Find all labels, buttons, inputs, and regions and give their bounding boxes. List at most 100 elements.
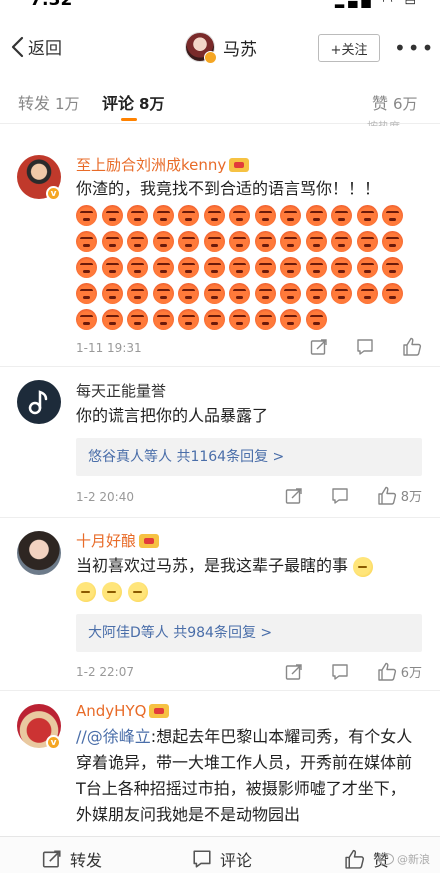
comment-label: 评论 bbox=[220, 851, 253, 870]
share-button[interactable] bbox=[285, 487, 303, 505]
comment-author[interactable]: AndyHYQ bbox=[76, 702, 170, 720]
angry-face-icon bbox=[178, 231, 199, 252]
thinking-face-icon bbox=[128, 582, 148, 602]
more-icon[interactable]: ••• bbox=[394, 36, 435, 60]
angry-face-icon bbox=[203, 205, 225, 226]
angry-face-icon bbox=[280, 257, 301, 278]
sort-hint[interactable]: 按热度 bbox=[367, 118, 400, 126]
page-title: 马苏 bbox=[223, 39, 257, 60]
angry-face-icon bbox=[305, 309, 327, 330]
weibo-logo-icon bbox=[378, 853, 394, 865]
angry-face-icon bbox=[178, 309, 199, 330]
share-icon bbox=[310, 338, 327, 355]
verified-badge-icon bbox=[204, 51, 217, 64]
angry-face-icon bbox=[76, 283, 97, 304]
avatar[interactable] bbox=[17, 531, 61, 575]
comment-text: 你的谎言把你的人品暴露了 bbox=[76, 406, 269, 425]
repost-button[interactable]: 转发 bbox=[42, 847, 102, 871]
music-note-icon bbox=[28, 390, 48, 415]
tab-indicator bbox=[121, 118, 137, 121]
nav-user[interactable]: 马苏 bbox=[185, 32, 257, 64]
author-name: 每天正能量誉 bbox=[76, 382, 167, 400]
like-button[interactable] bbox=[402, 337, 422, 356]
thinking-face-icon bbox=[76, 582, 96, 602]
like-button[interactable]: 6万 bbox=[377, 662, 422, 681]
comment-actions bbox=[282, 337, 422, 356]
angry-face-icon bbox=[382, 283, 403, 304]
vip-crown-icon bbox=[229, 157, 250, 172]
angry-face-icon bbox=[254, 309, 276, 330]
comment-time: 1-11 19:31 bbox=[76, 341, 142, 355]
angry-face-icon bbox=[280, 283, 301, 304]
status-time: 7:32 bbox=[30, 0, 73, 10]
angry-face-icon bbox=[101, 231, 123, 252]
comment-time: 1-2 22:07 bbox=[76, 665, 134, 679]
tab-comment-count: 8万 bbox=[139, 95, 165, 113]
comment-author[interactable]: 每天正能量誉 bbox=[76, 380, 166, 401]
comment-button[interactable]: 评论 bbox=[192, 847, 252, 871]
comment-author[interactable]: 十月好酿 bbox=[76, 530, 160, 551]
back-label: 返回 bbox=[28, 39, 62, 59]
divider bbox=[0, 517, 440, 518]
angry-face-icon bbox=[76, 257, 97, 278]
avatar[interactable] bbox=[17, 380, 61, 424]
angry-face-icon bbox=[76, 309, 97, 330]
angry-face-icon bbox=[331, 231, 352, 252]
tab-like-label: 赞 bbox=[372, 94, 389, 113]
comment-text: 当初喜欢过马苏，是我这辈子最瞎的事 bbox=[76, 553, 416, 579]
angry-face-icon bbox=[76, 205, 97, 226]
thumbs-up-icon bbox=[403, 337, 422, 356]
share-button[interactable] bbox=[310, 338, 328, 356]
tab-like[interactable]: 赞 6万 bbox=[372, 90, 418, 114]
angry-face-icon bbox=[356, 205, 378, 226]
divider bbox=[0, 690, 440, 691]
angry-face-icon bbox=[101, 257, 123, 278]
angry-face-icon bbox=[127, 231, 148, 252]
reply-button[interactable] bbox=[356, 338, 374, 356]
vip-crown-icon bbox=[149, 704, 170, 718]
mention-link[interactable]: //@徐峰立 bbox=[76, 727, 151, 746]
angry-face-icon bbox=[229, 257, 250, 278]
verified-badge-icon: v bbox=[46, 735, 61, 750]
angry-face-icon bbox=[203, 283, 225, 304]
angry-face-icon bbox=[305, 283, 327, 304]
share-button[interactable] bbox=[285, 663, 303, 681]
angry-face-icon bbox=[280, 309, 301, 330]
thumbs-up-icon bbox=[378, 662, 396, 681]
angry-face-icon bbox=[229, 283, 250, 304]
replies-link[interactable]: 悠谷真人等人 共1164条回复 > bbox=[76, 438, 422, 476]
tab-comment[interactable]: 评论 8万 bbox=[102, 90, 164, 114]
angry-face-icon bbox=[382, 231, 403, 252]
status-bar: 7:32 ▂▄▆ ◠ ▭ bbox=[0, 0, 440, 12]
angry-face-icon bbox=[127, 205, 148, 226]
vip-crown-icon bbox=[139, 533, 160, 548]
angry-face-icon bbox=[382, 205, 403, 226]
angry-face-icon bbox=[152, 283, 174, 304]
like-count: 6万 bbox=[400, 666, 422, 681]
like-button[interactable]: 8万 bbox=[377, 486, 422, 505]
watermark-text: @新浪 bbox=[397, 853, 430, 866]
comment-actions: 8万 bbox=[257, 486, 422, 505]
reply-button[interactable] bbox=[331, 487, 349, 505]
tab-comment-label: 评论 bbox=[102, 94, 135, 113]
emoji-row bbox=[76, 582, 148, 602]
tab-repost-count: 1万 bbox=[55, 95, 80, 113]
avatar bbox=[185, 32, 217, 64]
reply-button[interactable] bbox=[331, 663, 349, 681]
comment-author[interactable]: 至上励合刘洲成kenny bbox=[76, 154, 250, 175]
angry-face-icon bbox=[152, 309, 174, 330]
angry-face-icon bbox=[152, 231, 174, 252]
comment-time: 1-2 20:40 bbox=[76, 490, 134, 504]
share-icon bbox=[285, 487, 302, 504]
angry-face-icon bbox=[331, 257, 352, 278]
follow-button[interactable]: +关注 bbox=[318, 34, 380, 62]
author-name: 至上励合刘洲成kenny bbox=[76, 156, 227, 174]
replies-link[interactable]: 大阿佳D等人 共984条回复 > bbox=[76, 614, 422, 652]
tab-repost[interactable]: 转发 1万 bbox=[18, 90, 80, 114]
back-button[interactable]: 返回 bbox=[10, 34, 62, 59]
angry-face-icon bbox=[356, 257, 378, 278]
angry-face-icon bbox=[356, 231, 378, 252]
divider bbox=[0, 366, 440, 367]
like-count: 8万 bbox=[400, 490, 422, 505]
angry-face-icon bbox=[178, 283, 199, 304]
